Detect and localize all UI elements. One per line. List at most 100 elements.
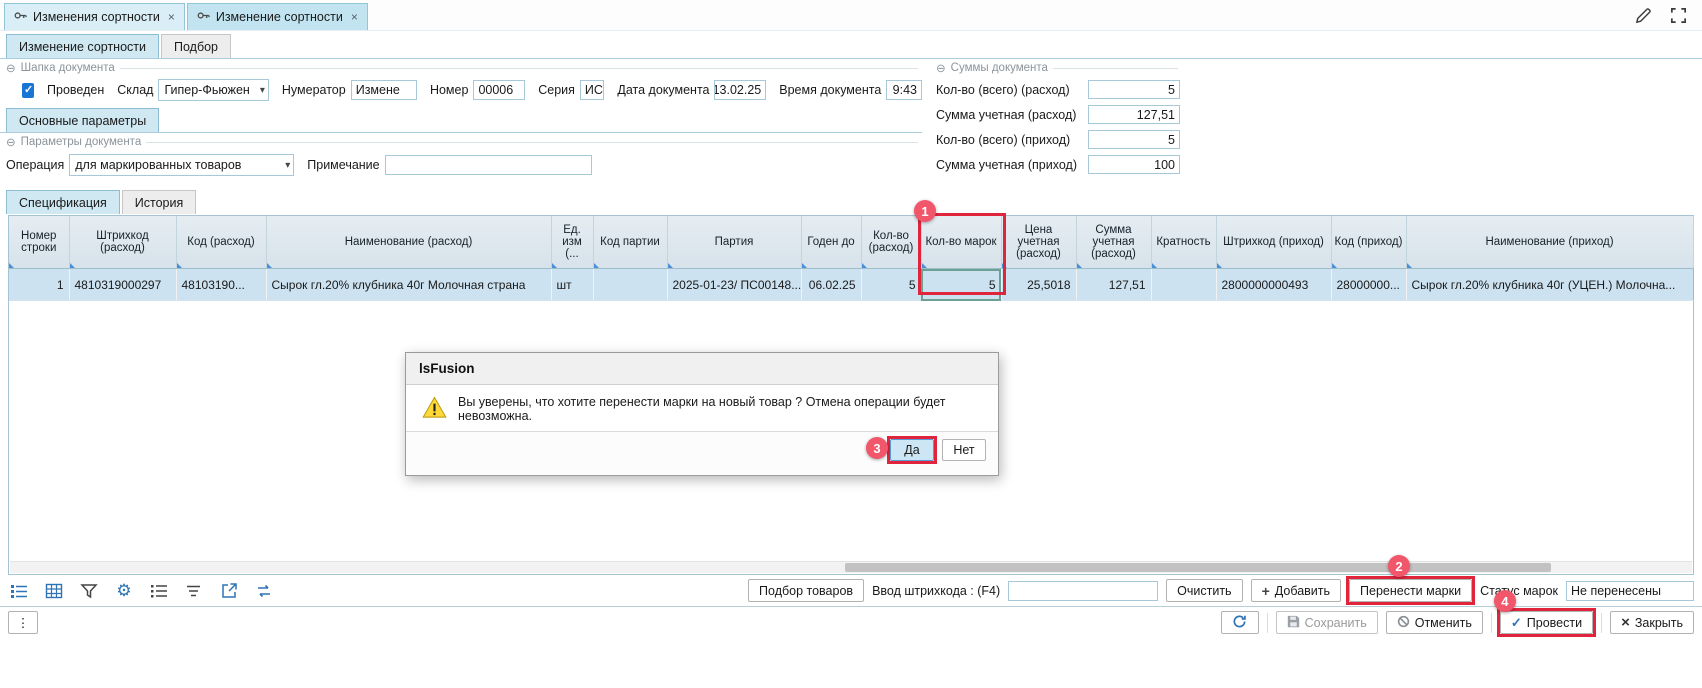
cell[interactable]: 127,51: [1076, 269, 1151, 301]
sum-field[interactable]: 127,51: [1088, 105, 1180, 124]
marks-status-field[interactable]: Не перенесены: [1566, 581, 1694, 601]
window-tab-izmeneniya-sortnosti[interactable]: Изменения сортности ×: [4, 3, 185, 30]
tab-izmenenie-sortnosti[interactable]: Изменение сортности: [6, 34, 159, 58]
cell[interactable]: 5: [861, 269, 921, 301]
cell[interactable]: 06.02.25: [801, 269, 861, 301]
proveden-checkbox[interactable]: [22, 83, 34, 98]
col-header[interactable]: Штрихкод (приход): [1216, 216, 1331, 269]
tab-istoriya[interactable]: История: [122, 190, 196, 214]
doc-time-field[interactable]: 9:43: [886, 80, 922, 100]
cell[interactable]: Сырок гл.20% клубника 40г Молочная стран…: [266, 269, 551, 301]
table-row[interactable]: 1 4810319000297 48103190... Сырок гл.20%…: [9, 269, 1693, 301]
cell[interactable]: 2025-01-23/ ПС00148...: [667, 269, 801, 301]
export-icon[interactable]: [218, 580, 240, 602]
actionbar: ⋮ Сохранить Отменить ✓ Провести 4 × Закр…: [0, 606, 1702, 638]
podbor-tovarov-button[interactable]: Подбор товаров: [748, 579, 864, 602]
col-header[interactable]: Партия: [667, 216, 801, 269]
numerator-field[interactable]: Измене: [351, 80, 417, 100]
window-tab-izmenenie-sortnosti[interactable]: Изменение сортности ×: [187, 3, 368, 30]
col-header[interactable]: Штрихкод (расход): [69, 216, 176, 269]
swap-refresh-icon[interactable]: [253, 580, 275, 602]
doc-time-label: Время документа: [779, 83, 881, 97]
tab-close-icon[interactable]: ×: [351, 10, 358, 24]
cell[interactable]: 25,5018: [1001, 269, 1076, 301]
add-button[interactable]: + Добавить: [1251, 579, 1341, 602]
ordered-list-icon[interactable]: [148, 580, 170, 602]
seria-field[interactable]: ИС: [580, 80, 604, 100]
sort-lines-icon[interactable]: [183, 580, 205, 602]
cell[interactable]: [1151, 269, 1216, 301]
note-field[interactable]: [385, 155, 592, 175]
doc-tabbar: Изменение сортности Подбор: [0, 31, 1702, 59]
col-header[interactable]: Наименование (расход): [266, 216, 551, 269]
transfer-marks-button[interactable]: Перенести марки 2: [1349, 579, 1472, 602]
clear-button[interactable]: Очистить: [1166, 579, 1242, 602]
col-header[interactable]: Код партии: [593, 216, 667, 269]
sum-row: Сумма учетная (приход) 100: [930, 152, 1182, 177]
list-view-icon[interactable]: [8, 580, 30, 602]
tab-close-icon[interactable]: ×: [168, 10, 175, 24]
sum-row: Кол-во (всего) (расход) 5: [930, 77, 1182, 102]
col-header[interactable]: Сумма учетная (расход): [1076, 216, 1151, 269]
sklad-select[interactable]: Гипер-Фьюжен ▾: [158, 79, 268, 101]
filter-icon[interactable]: [78, 580, 100, 602]
cell[interactable]: шт: [551, 269, 593, 301]
spec-tabbar: Спецификация История: [0, 187, 1702, 214]
col-header[interactable]: Наименование (приход): [1406, 216, 1693, 269]
doc-date-field[interactable]: 13.02.25: [714, 80, 766, 100]
sum-field[interactable]: 5: [1088, 80, 1180, 99]
tab-osnovnye-parametry[interactable]: Основные параметры: [6, 108, 159, 132]
more-button[interactable]: ⋮: [8, 611, 38, 634]
col-header[interactable]: Годен до: [801, 216, 861, 269]
collapse-icon[interactable]: ⊖: [6, 61, 16, 75]
warning-icon: [422, 396, 447, 422]
gear-icon[interactable]: ⚙: [113, 580, 135, 602]
col-header[interactable]: Код (расход): [176, 216, 266, 269]
cell[interactable]: 48103190...: [176, 269, 266, 301]
cell[interactable]: 2800000000493: [1216, 269, 1331, 301]
col-header[interactable]: Цена учетная (расход): [1001, 216, 1076, 269]
operation-label: Операция: [6, 158, 64, 172]
operation-select[interactable]: для маркированных товаров ▾: [69, 154, 294, 176]
post-button[interactable]: ✓ Провести 4: [1500, 611, 1593, 634]
col-header[interactable]: Кратность: [1151, 216, 1216, 269]
col-header-kolvo-marok[interactable]: Кол-во марок: [921, 216, 1001, 269]
col-header[interactable]: Кол-во (расход): [861, 216, 921, 269]
upper-area: ⊖ Шапка документа Проведен Склад Гипер-Ф…: [0, 59, 1702, 187]
horizontal-scrollbar[interactable]: [10, 561, 1692, 573]
grid-view-icon[interactable]: [43, 580, 65, 602]
divider: [1053, 68, 1178, 69]
cell[interactable]: [593, 269, 667, 301]
nomer-field[interactable]: 00006: [473, 80, 525, 100]
refresh-button[interactable]: [1221, 611, 1259, 634]
sum-field[interactable]: 5: [1088, 130, 1180, 149]
no-button[interactable]: Нет: [942, 439, 986, 461]
cell-kolvo-marok[interactable]: 5: [921, 269, 1001, 301]
sum-field[interactable]: 100: [1088, 155, 1180, 174]
divider: [1491, 613, 1492, 633]
proveden-label: Проведен: [47, 83, 104, 97]
cell[interactable]: 1: [9, 269, 69, 301]
collapse-icon[interactable]: ⊖: [6, 135, 16, 149]
collapse-icon[interactable]: ⊖: [936, 61, 946, 75]
barcode-input[interactable]: [1008, 581, 1158, 601]
sum-label: Кол-во (всего) (расход): [936, 83, 1070, 97]
tab-specifikaciya[interactable]: Спецификация: [6, 190, 120, 214]
cell[interactable]: 4810319000297: [69, 269, 176, 301]
cell[interactable]: Сырок гл.20% клубника 40г (УЦЕН.) Молочн…: [1406, 269, 1693, 301]
col-header[interactable]: Номер строки: [9, 216, 69, 269]
cell[interactable]: 28000000...: [1331, 269, 1406, 301]
group-params-doc: ⊖ Параметры документа: [0, 133, 922, 151]
tab-podbor[interactable]: Подбор: [161, 34, 231, 58]
scrollbar-thumb[interactable]: [845, 563, 1551, 572]
save-button[interactable]: Сохранить: [1276, 611, 1378, 634]
chevron-down-icon: ▾: [256, 85, 265, 96]
button-label: Да: [904, 443, 919, 457]
fullscreen-icon[interactable]: [1669, 6, 1688, 25]
col-header[interactable]: Код (приход): [1331, 216, 1406, 269]
edit-icon[interactable]: [1634, 6, 1653, 25]
cancel-button[interactable]: Отменить: [1386, 611, 1483, 634]
col-header[interactable]: Ед. изм (...: [551, 216, 593, 269]
close-button[interactable]: × Закрыть: [1610, 611, 1694, 634]
yes-button[interactable]: Да 3: [890, 439, 934, 461]
